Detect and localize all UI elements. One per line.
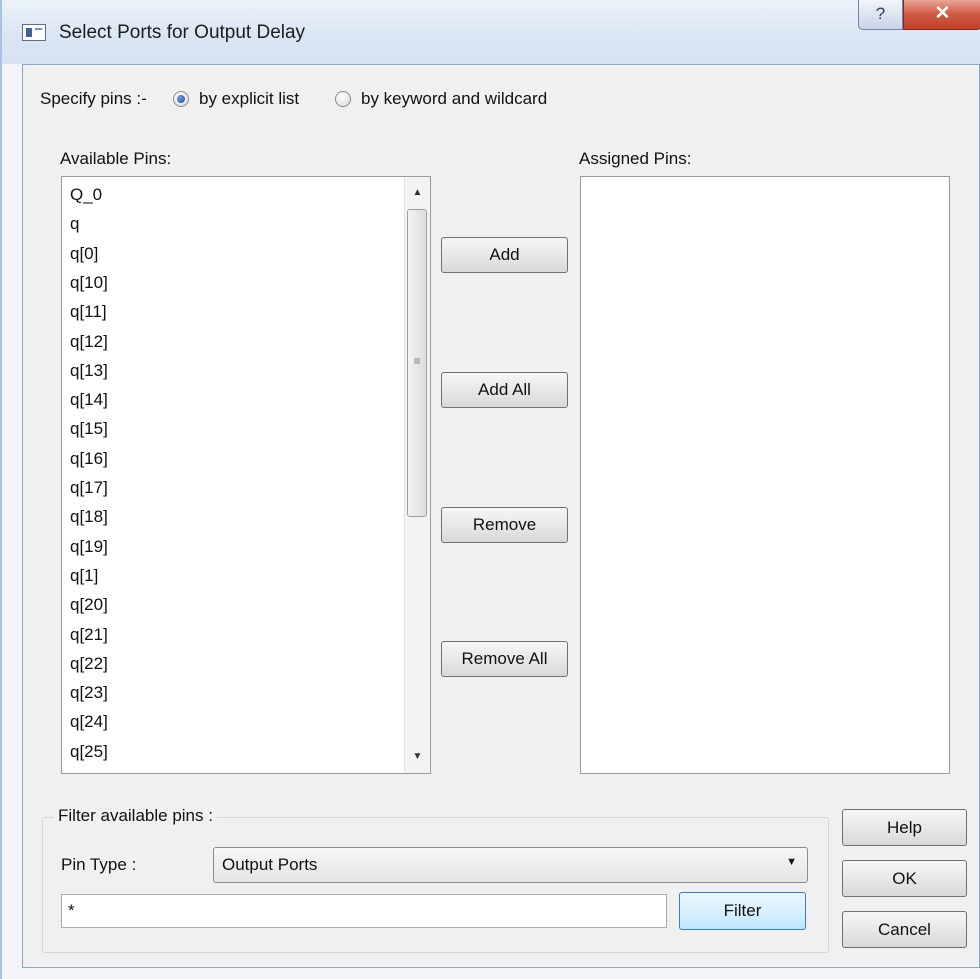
specify-pins-label: Specify pins :-: [40, 89, 147, 108]
list-item[interactable]: q[15]: [70, 419, 108, 439]
pin-type-dropdown[interactable]: Output Ports ▼: [213, 847, 808, 883]
list-item[interactable]: q[1]: [70, 566, 98, 586]
list-item[interactable]: Q_0: [70, 185, 102, 205]
list-item[interactable]: q[23]: [70, 683, 108, 703]
title-help-button[interactable]: ?: [858, 0, 903, 30]
scroll-up-arrow-icon[interactable]: ▲: [405, 181, 430, 205]
remove-all-button[interactable]: Remove All: [441, 641, 568, 677]
list-item[interactable]: q[25]: [70, 742, 108, 762]
available-pins-label: Available Pins:: [60, 149, 172, 168]
assigned-pins-label: Assigned Pins:: [579, 149, 692, 168]
scroll-down-arrow-icon[interactable]: ▼: [405, 745, 430, 769]
radio-keyword-wildcard-label[interactable]: by keyword and wildcard: [361, 89, 547, 109]
add-button[interactable]: Add: [441, 237, 568, 273]
list-item[interactable]: q: [70, 214, 79, 234]
close-x-icon: ✕: [934, 3, 951, 24]
filter-group-label: Filter available pins :: [54, 806, 217, 826]
help-button[interactable]: Help: [842, 809, 967, 846]
ok-button[interactable]: OK: [842, 860, 967, 897]
dialog-window: Select Ports for Output Delay ? ✕ Specif…: [0, 0, 980, 979]
list-item[interactable]: q[17]: [70, 478, 108, 498]
scroll-thumb[interactable]: ≡: [407, 209, 427, 517]
list-item[interactable]: q[11]: [70, 302, 107, 322]
pin-type-label: Pin Type :: [61, 855, 137, 874]
assigned-pins-list[interactable]: [580, 176, 950, 774]
dialog-content: Specify pins :- by explicit list by keyw…: [22, 64, 980, 968]
radio-explicit-list-label[interactable]: by explicit list: [199, 89, 299, 109]
filter-groupbox: [42, 817, 829, 953]
filter-button[interactable]: Filter: [679, 892, 806, 930]
window-title: Select Ports for Output Delay: [59, 22, 306, 43]
chevron-down-icon: ▼: [786, 856, 797, 868]
list-item[interactable]: q[16]: [70, 449, 108, 469]
filter-pattern-input[interactable]: [61, 894, 667, 928]
list-item[interactable]: q[22]: [70, 654, 108, 674]
title-bar[interactable]: Select Ports for Output Delay ? ✕: [2, 0, 980, 64]
radio-keyword-wildcard[interactable]: [335, 91, 351, 107]
list-item[interactable]: q[0]: [70, 244, 98, 264]
list-item[interactable]: q[24]: [70, 712, 108, 732]
list-item[interactable]: q[18]: [70, 507, 108, 527]
list-item[interactable]: q[21]: [70, 625, 108, 645]
close-button[interactable]: ✕: [903, 0, 980, 30]
dialog-window-icon: [22, 24, 46, 41]
list-item[interactable]: q[13]: [70, 361, 108, 381]
cancel-button[interactable]: Cancel: [842, 911, 967, 948]
radio-explicit-list[interactable]: [173, 91, 189, 107]
list-item[interactable]: q[12]: [70, 332, 108, 352]
list-item[interactable]: q[14]: [70, 390, 108, 410]
list-item[interactable]: q[20]: [70, 595, 108, 615]
available-pins-list[interactable]: ▲ ≡ ▼ Q_0q q[0] q[10] q[11] q[12] q[13] q[14] q…: [61, 176, 431, 774]
list-item[interactable]: q[19]: [70, 537, 108, 557]
list-item[interactable]: q[10]: [70, 273, 108, 293]
pin-type-value: Output Ports: [222, 855, 318, 874]
question-mark-icon: ?: [875, 4, 886, 23]
add-all-button[interactable]: Add All: [441, 372, 568, 408]
remove-button[interactable]: Remove: [441, 507, 568, 543]
available-list-scrollbar[interactable]: ▲ ≡ ▼: [404, 177, 430, 773]
